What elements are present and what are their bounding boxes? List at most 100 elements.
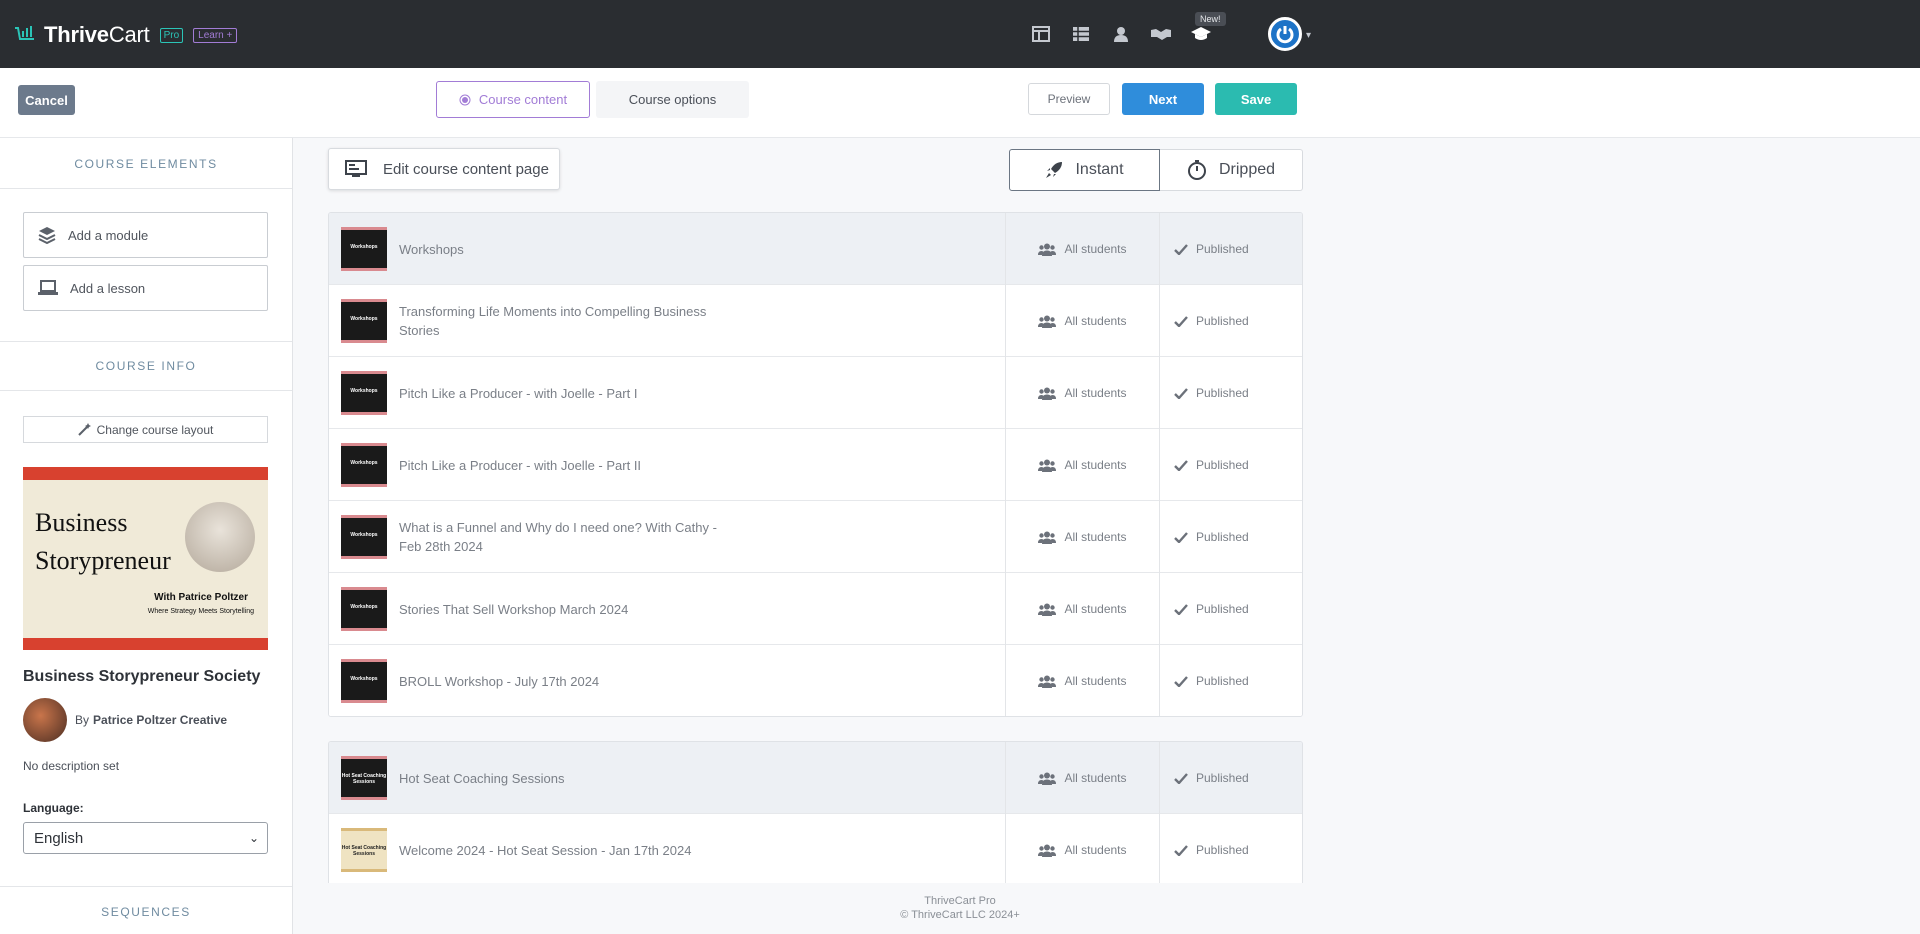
chevron-down-icon[interactable]: ▾ — [1306, 30, 1311, 41]
table-icon[interactable] — [1070, 24, 1092, 44]
thumbnail-text: Workshops — [350, 676, 378, 682]
lesson-thumbnail: Hot Seat Coaching Sessions — [341, 828, 387, 872]
learn-badge: Learn + — [193, 27, 238, 43]
thumbnail-text: Workshops — [350, 244, 378, 250]
lesson-title[interactable]: Stories That Sell Workshop March 2024 — [399, 573, 739, 645]
access-cell[interactable]: All students — [1005, 573, 1159, 645]
change-course-layout-button[interactable]: Change course layout — [23, 416, 268, 443]
access-cell[interactable]: All students — [1005, 645, 1159, 716]
check-icon — [1174, 772, 1188, 784]
cover-title-line1: Business — [35, 508, 128, 537]
lesson-row[interactable]: Workshops BROLL Workshop - July 17th 2024… — [329, 645, 1302, 716]
add-lesson-label: Add a lesson — [70, 280, 146, 296]
lesson-title[interactable]: Welcome 2024 - Hot Seat Session - Jan 17… — [399, 814, 739, 883]
lesson-row[interactable]: Workshops Pitch Like a Producer - with Jo… — [329, 429, 1302, 501]
access-cell[interactable]: All students — [1005, 357, 1159, 429]
check-icon — [1174, 531, 1188, 543]
lesson-title[interactable]: Pitch Like a Producer - with Joelle - Pa… — [399, 429, 739, 501]
user-icon[interactable] — [1110, 24, 1132, 44]
thumbnail-text: Hot Seat Coaching Sessions — [341, 773, 387, 785]
power-icon — [1276, 26, 1294, 44]
edit-course-content-page-label: Edit course content page — [383, 160, 549, 178]
add-module-button[interactable]: Add a module — [23, 212, 268, 258]
stopwatch-icon — [1187, 160, 1206, 180]
save-button[interactable]: Save — [1215, 83, 1297, 115]
change-course-layout-label: Change course layout — [96, 422, 214, 437]
course-sidebar: COURSE ELEMENTS Add a module Add a lesso… — [0, 138, 293, 934]
status-cell[interactable]: Published — [1159, 742, 1302, 814]
preview-button[interactable]: Preview — [1028, 83, 1110, 115]
lesson-row[interactable]: Hot Seat Coaching Sessions Welcome 2024 -… — [329, 814, 1302, 883]
thumbnail-text: Workshops — [350, 532, 378, 538]
lesson-thumbnail: Workshops — [341, 659, 387, 703]
status-cell[interactable]: Published — [1159, 814, 1302, 883]
course-description: No description set — [23, 759, 120, 773]
tab-course-content[interactable]: Course content — [436, 81, 590, 118]
lesson-row[interactable]: Workshops What is a Funnel and Why do I n… — [329, 501, 1302, 573]
author-by: By — [75, 713, 90, 727]
thrivecart-logo[interactable]: ThriveCart Pro Learn + — [14, 22, 238, 48]
check-icon — [1174, 459, 1188, 471]
lesson-row[interactable]: Workshops Transforming Life Moments into … — [329, 285, 1302, 357]
status-cell[interactable]: Published — [1159, 285, 1302, 357]
top-nav-icons — [1030, 24, 1212, 44]
top-navbar: ThriveCart Pro Learn + New! ▾ — [0, 0, 1920, 68]
account-avatar[interactable] — [1268, 17, 1302, 51]
monitor-icon — [345, 160, 367, 177]
access-cell[interactable]: All students — [1005, 429, 1159, 501]
graduation-cap-icon[interactable] — [1190, 24, 1212, 44]
lesson-row[interactable]: Workshops Pitch Like a Producer - with Jo… — [329, 357, 1302, 429]
lesson-title[interactable]: Hot Seat Coaching Sessions — [399, 742, 739, 814]
thumbnail-text: Workshops — [350, 604, 378, 610]
access-label: All students — [1064, 530, 1127, 544]
course-info-heading: COURSE INFO — [95, 359, 197, 373]
check-icon — [1174, 675, 1188, 687]
lesson-row[interactable]: Workshops Stories That Sell Workshop Marc… — [329, 573, 1302, 645]
access-cell[interactable]: All students — [1005, 742, 1159, 814]
access-label: All students — [1064, 386, 1127, 400]
add-lesson-button[interactable]: Add a lesson — [23, 265, 268, 311]
handshake-icon[interactable] — [1150, 24, 1172, 44]
edit-course-content-page-button[interactable]: Edit course content page — [328, 148, 560, 190]
check-icon — [1174, 844, 1188, 856]
status-cell[interactable]: Published — [1159, 573, 1302, 645]
check-icon — [1174, 315, 1188, 327]
dripped-toggle[interactable]: Dripped — [1160, 149, 1303, 191]
lesson-title[interactable]: Pitch Like a Producer - with Joelle - Pa… — [399, 357, 739, 429]
access-cell[interactable]: All students — [1005, 213, 1159, 285]
lesson-title[interactable]: What is a Funnel and Why do I need one? … — [399, 501, 739, 573]
tab-course-options[interactable]: Course options — [596, 81, 749, 118]
next-button[interactable]: Next — [1122, 83, 1204, 115]
lesson-title[interactable]: Workshops — [399, 213, 739, 285]
author-avatar — [23, 698, 67, 742]
language-label: Language: — [23, 801, 84, 815]
users-icon — [1038, 243, 1057, 256]
lesson-thumbnail: Workshops — [341, 371, 387, 415]
status-cell[interactable]: Published — [1159, 213, 1302, 285]
layout-icon[interactable] — [1030, 24, 1052, 44]
course-elements-heading: COURSE ELEMENTS — [74, 157, 218, 171]
access-cell[interactable]: All students — [1005, 501, 1159, 573]
status-cell[interactable]: Published — [1159, 429, 1302, 501]
cancel-button[interactable]: Cancel — [18, 85, 75, 115]
lesson-thumbnail: Workshops — [341, 587, 387, 631]
lesson-title[interactable]: BROLL Workshop - July 17th 2024 — [399, 645, 739, 716]
course-author: By Patrice Poltzer Creative — [23, 698, 227, 742]
sequences-heading: SEQUENCES — [101, 905, 191, 919]
module-row[interactable]: Workshops Workshops All students Published — [329, 213, 1302, 285]
instant-toggle[interactable]: Instant — [1009, 149, 1160, 191]
status-cell[interactable]: Published — [1159, 501, 1302, 573]
module-row[interactable]: Hot Seat Coaching Sessions Hot Seat Coach… — [329, 742, 1302, 814]
access-cell[interactable]: All students — [1005, 285, 1159, 357]
access-cell[interactable]: All students — [1005, 814, 1159, 883]
status-cell[interactable]: Published — [1159, 357, 1302, 429]
language-select[interactable]: English ⌄ — [23, 822, 268, 854]
radio-dot-icon — [459, 94, 471, 105]
users-icon — [1038, 315, 1057, 328]
thumbnail-text: Hot Seat Coaching Sessions — [341, 845, 387, 857]
status-cell[interactable]: Published — [1159, 645, 1302, 716]
check-icon — [1174, 243, 1188, 255]
status-label: Published — [1196, 843, 1249, 857]
lesson-title[interactable]: Transforming Life Moments into Compellin… — [399, 285, 739, 357]
cover-with-text: With Patrice Poltzer — [154, 592, 248, 603]
